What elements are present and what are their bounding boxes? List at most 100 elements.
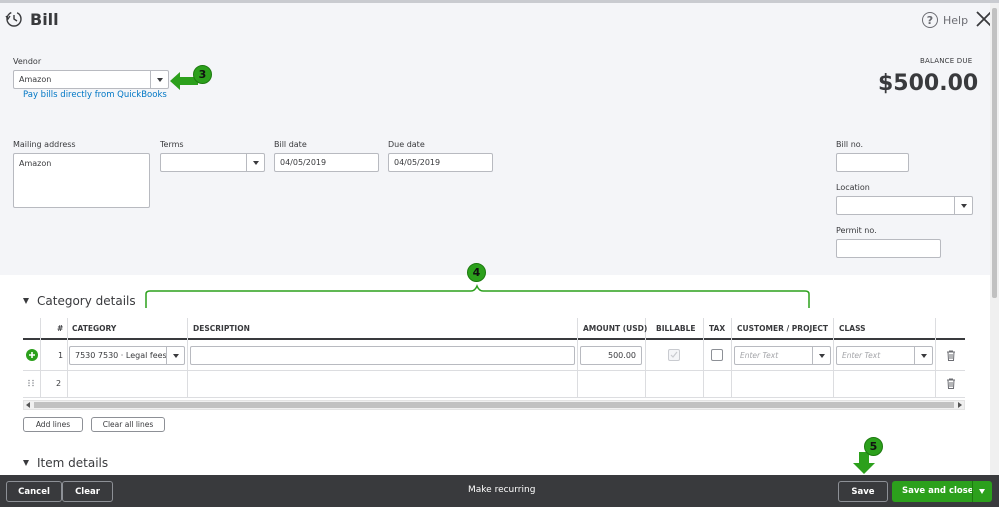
vertical-scroll-thumb[interactable]: [992, 8, 997, 298]
item-details-title: Item details: [37, 456, 109, 470]
due-date-label: Due date: [388, 140, 425, 149]
category-select[interactable]: 7530 7530 · Legal fees: [69, 346, 185, 365]
column-divider: [187, 318, 188, 398]
save-button[interactable]: Save: [838, 481, 888, 502]
footer-bar: Cancel Clear Make recurring Save Save an…: [0, 475, 999, 507]
header: Bill ? Help: [0, 3, 999, 35]
row-divider: [23, 370, 965, 371]
chevron-down-icon[interactable]: [979, 489, 985, 494]
class-dropdown-button[interactable]: [914, 347, 932, 364]
column-divider: [731, 318, 732, 398]
pay-bills-link[interactable]: Pay bills directly from QuickBooks: [23, 90, 167, 100]
column-divider: [577, 318, 578, 398]
terms-dropdown-button[interactable]: [246, 154, 264, 171]
clear-all-lines-button[interactable]: Clear all lines: [91, 417, 165, 432]
bill-date-label: Bill date: [274, 140, 307, 149]
class-placeholder: Enter Text: [842, 351, 881, 360]
bill-no-field[interactable]: [836, 153, 909, 172]
chevron-down-icon: [172, 353, 179, 358]
col-class: CLASS: [839, 324, 866, 333]
callout-4: 4: [467, 263, 486, 282]
checkmark-icon: [670, 351, 678, 358]
help-icon: ?: [922, 12, 938, 28]
col-num: #: [57, 324, 64, 333]
location-select[interactable]: [836, 196, 973, 215]
permit-no-label: Permit no.: [836, 226, 877, 235]
amount-input[interactable]: 500.00: [580, 346, 642, 365]
callout-5: 5: [864, 437, 883, 456]
scroll-right-icon[interactable]: [958, 402, 962, 408]
mailing-address-label: Mailing address: [13, 140, 76, 149]
category-details-title: Category details: [37, 294, 136, 308]
mailing-address-field[interactable]: Amazon: [13, 153, 150, 208]
permit-no-field[interactable]: [836, 239, 941, 258]
recent-transactions-icon[interactable]: [5, 10, 23, 28]
amount-value: 500.00: [608, 351, 636, 360]
chevron-down-icon: [818, 353, 825, 358]
add-row-icon[interactable]: [26, 349, 38, 361]
save-and-close-button[interactable]: Save and close: [892, 481, 992, 502]
bill-no-label: Bill no.: [836, 140, 864, 149]
callout-bracket: [145, 283, 810, 308]
customer-dropdown-button[interactable]: [812, 347, 830, 364]
horizontal-scrollbar[interactable]: [23, 400, 965, 410]
horizontal-scroll-thumb[interactable]: [34, 402, 954, 408]
cancel-button[interactable]: Cancel: [6, 481, 62, 502]
chevron-down-icon: [252, 160, 259, 165]
column-divider: [833, 318, 834, 398]
clear-button[interactable]: Clear: [62, 481, 113, 502]
class-select[interactable]: Enter Text: [836, 346, 933, 365]
add-lines-button[interactable]: Add lines: [23, 417, 83, 432]
help-button[interactable]: ? Help: [922, 11, 968, 29]
category-dropdown-button[interactable]: [166, 347, 184, 364]
mailing-address-value: Amazon: [19, 159, 52, 168]
customer-select[interactable]: Enter Text: [734, 346, 831, 365]
tax-checkbox[interactable]: [711, 349, 723, 361]
scroll-left-icon[interactable]: [26, 402, 30, 408]
terms-label: Terms: [160, 140, 184, 149]
col-customer: CUSTOMER / PROJECT: [737, 324, 828, 333]
collapse-triangle-icon: [23, 298, 29, 304]
column-divider: [40, 318, 41, 398]
bill-date-value: 04/05/2019: [280, 158, 327, 167]
vendor-select[interactable]: Amazon: [13, 70, 169, 89]
row-divider: [23, 397, 965, 398]
bill-date-field[interactable]: 04/05/2019: [274, 153, 379, 172]
customer-placeholder: Enter Text: [740, 351, 779, 360]
trash-icon[interactable]: [946, 378, 956, 389]
description-input[interactable]: [190, 346, 575, 365]
page-title: Bill: [30, 10, 59, 29]
make-recurring-link[interactable]: Make recurring: [468, 485, 535, 495]
row-number: 1: [58, 351, 64, 360]
location-dropdown-button[interactable]: [954, 197, 972, 214]
location-label: Location: [836, 183, 870, 192]
row-number: 2: [56, 379, 62, 388]
item-details-toggle[interactable]: Item details: [23, 456, 108, 470]
save-and-close-label: Save and close: [902, 486, 974, 496]
vendor-value: Amazon: [19, 75, 52, 84]
balance-due-amount: $500.00: [878, 71, 979, 96]
balance-due-label: BALANCE DUE: [920, 57, 973, 65]
help-label: Help: [943, 13, 969, 27]
due-date-value: 04/05/2019: [394, 158, 441, 167]
col-category: CATEGORY: [72, 324, 117, 333]
drag-handle-icon[interactable]: [27, 379, 35, 387]
col-billable: BILLABLE: [656, 324, 696, 333]
category-details-toggle[interactable]: Category details: [23, 294, 136, 308]
col-description: DESCRIPTION: [193, 324, 250, 333]
column-divider: [67, 318, 68, 398]
vendor-dropdown-button[interactable]: [150, 71, 168, 88]
callout-3: 3: [193, 65, 212, 84]
billable-checkbox[interactable]: [668, 349, 680, 361]
due-date-field[interactable]: 04/05/2019: [388, 153, 493, 172]
category-value: 7530 7530 · Legal fees: [75, 351, 167, 360]
button-divider: [972, 481, 973, 502]
trash-icon[interactable]: [946, 350, 956, 361]
terms-select[interactable]: [160, 153, 265, 172]
column-divider: [703, 318, 704, 398]
col-amount: AMOUNT (USD): [583, 324, 648, 333]
chevron-down-icon: [960, 203, 967, 208]
collapse-triangle-icon: [23, 460, 29, 466]
chevron-down-icon: [156, 77, 163, 82]
vendor-label: Vendor: [13, 57, 42, 66]
